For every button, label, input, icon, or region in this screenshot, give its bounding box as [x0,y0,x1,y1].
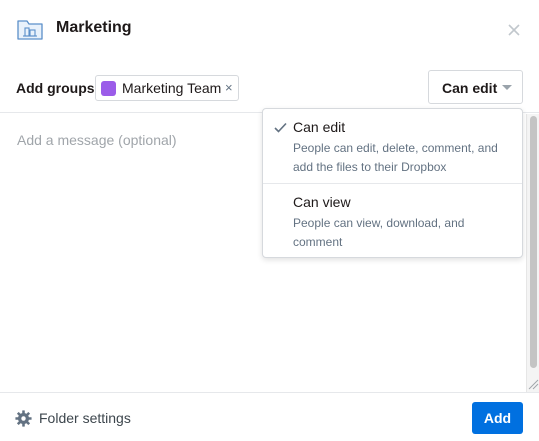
add-button[interactable]: Add [472,402,523,434]
permission-menu: Can edit People can edit, delete, commen… [262,108,523,258]
dialog-title: Marketing [56,19,132,36]
menu-item-can-edit[interactable]: Can edit People can edit, delete, commen… [263,109,522,184]
dialog-header: Marketing [0,0,539,60]
menu-item-title: Can view [293,194,351,210]
gear-icon [15,410,32,427]
permission-dropdown-button[interactable]: Can edit [428,70,523,104]
group-color-swatch [101,81,116,96]
permission-selected-label: Can edit [442,80,498,96]
group-chip-marketing-team[interactable]: Marketing Team × [95,75,239,101]
group-chip-label: Marketing Team [122,80,222,96]
folder-settings-label: Folder settings [39,410,131,426]
scrollbar-thumb[interactable] [530,116,537,368]
shared-folder-icon [17,20,43,40]
menu-item-can-view[interactable]: Can view People can view, download, and … [263,184,522,258]
menu-item-description: People can edit, delete, comment, and ad… [293,141,498,174]
remove-chip-icon[interactable]: × [225,80,233,95]
dialog-footer: Folder settings Add [0,392,539,441]
share-folder-dialog: Marketing Add groups: Marketing Team × C… [0,0,539,441]
checkmark-icon [274,122,287,133]
caret-down-icon [502,85,512,90]
message-scrollbar[interactable] [526,114,539,392]
menu-item-title: Can edit [293,119,346,135]
add-groups-row: Add groups: Marketing Team × Can edit [0,61,539,113]
resize-grip-icon[interactable] [527,378,539,390]
menu-item-description: People can view, download, and comment [293,216,465,249]
close-icon[interactable] [505,21,523,39]
add-groups-label: Add groups: [16,80,100,96]
